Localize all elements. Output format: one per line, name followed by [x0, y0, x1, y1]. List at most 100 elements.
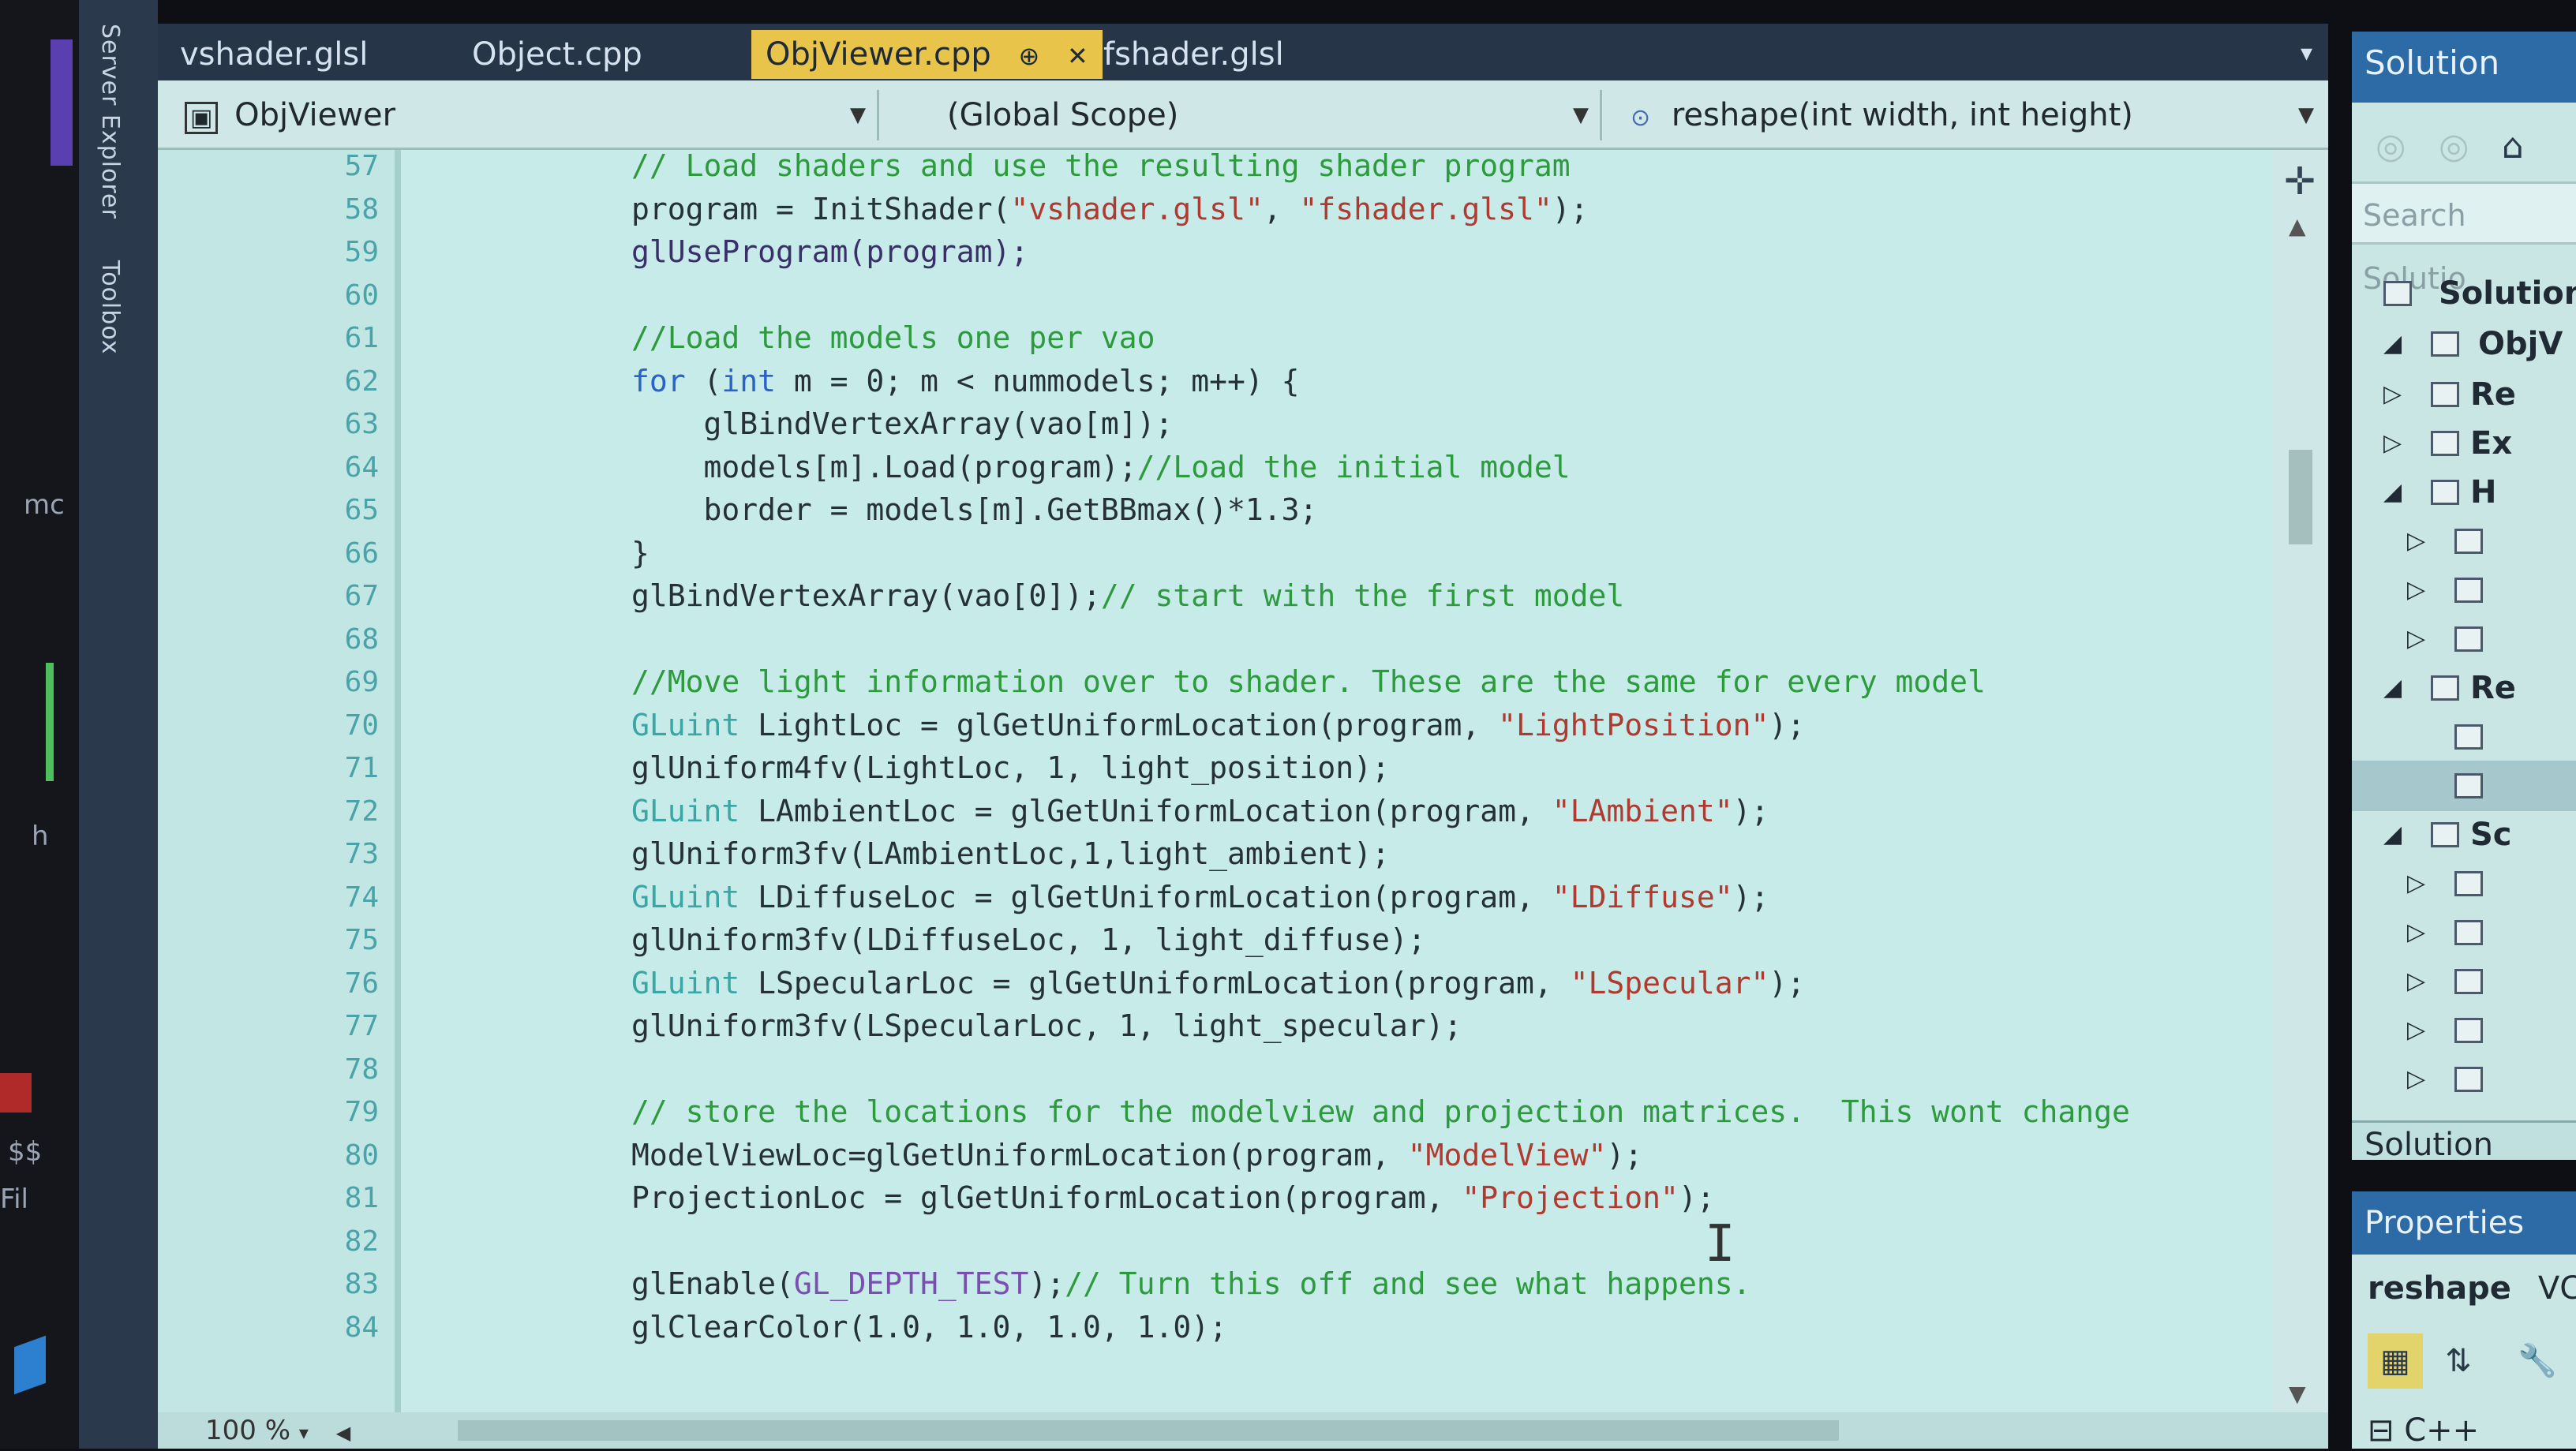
code-line[interactable]: ProjectionLoc = glGetUniformLocation(pro…	[631, 1180, 1715, 1215]
expanded-triangle-icon[interactable]: ◢	[2383, 467, 2402, 518]
alphabetical-icon[interactable]: ⇅	[2431, 1333, 2486, 1389]
code-line[interactable]: GLuint LDiffuseLoc = glGetUniformLocatio…	[631, 880, 1769, 914]
file-icon	[2431, 822, 2459, 847]
collapsed-triangle-icon[interactable]: ▷	[2407, 614, 2425, 664]
tree-item[interactable]	[2352, 712, 2576, 762]
tree-item[interactable]: ▷	[2352, 1005, 2576, 1056]
solution-explorer-footer-tab[interactable]: Solution Explo	[2352, 1120, 2576, 1160]
zoom-level-dropdown[interactable]: 100 % ▾ ◀	[205, 1412, 350, 1449]
code-line[interactable]: //Load the models one per vao	[631, 320, 1155, 355]
tab-fshader[interactable]: fshader.glsl	[1089, 30, 1298, 79]
code-line[interactable]: }	[631, 536, 650, 570]
back-icon[interactable]: ◎	[2376, 126, 2406, 166]
code-line[interactable]: glUseProgram(program);	[631, 234, 1028, 269]
code-token: "Projection"	[1462, 1180, 1679, 1215]
tree-item[interactable]: ▷ Ex	[2352, 418, 2576, 469]
home-icon[interactable]: ⌂	[2502, 126, 2524, 166]
properties-object[interactable]: reshape VCC	[2368, 1270, 2576, 1307]
code-line[interactable]: // Load shaders and use the resulting sh…	[631, 150, 1571, 183]
code-line[interactable]: program = InitShader("vshader.glsl", "fs…	[631, 192, 1589, 226]
tree-item[interactable]: ▷	[2352, 907, 2576, 958]
member-dropdown[interactable]: ⊙ reshape(int width, int height) ▼	[1615, 90, 2325, 140]
tree-solution[interactable]: Solution	[2352, 268, 2576, 319]
categorized-icon[interactable]: ▦	[2368, 1333, 2423, 1389]
code-line[interactable]: for (int m = 0; m < nummodels; m++) {	[631, 364, 1300, 398]
code-line[interactable]: GLuint LightLoc = glGetUniformLocation(p…	[631, 708, 1805, 742]
code-token: glUniform3fv(LSpecularLoc, 1, light_spec…	[631, 1008, 1462, 1043]
code-line[interactable]: models[m].Load(program);//Load the initi…	[631, 450, 1571, 484]
code-line[interactable]: glUniform4fv(LightLoc, 1, light_position…	[631, 750, 1390, 785]
collapsed-triangle-icon[interactable]: ▷	[2407, 907, 2425, 958]
code-line[interactable]: glBindVertexArray(vao[m]);	[631, 406, 1174, 441]
pin-icon[interactable]: ⊕	[1019, 41, 1040, 71]
horizontal-scrollbar[interactable]	[458, 1420, 1839, 1441]
tree-item[interactable]: ▷	[2352, 1054, 2576, 1105]
tab-object-cpp[interactable]: Object.cpp	[458, 30, 657, 79]
tab-overflow-chevron-icon[interactable]: ▾	[2301, 39, 2312, 67]
expanded-triangle-icon[interactable]: ◢	[2383, 663, 2402, 713]
tab-label: fshader.glsl	[1103, 36, 1284, 73]
code-line[interactable]: glUniform3fv(LSpecularLoc, 1, light_spec…	[631, 1008, 1462, 1043]
tree-item[interactable]: ◢ Sc	[2352, 810, 2576, 860]
scrollbar-thumb[interactable]	[2289, 450, 2312, 544]
solution-explorer-panel: Solution Explo ◎ ◎ ⌂ Search Solutio Solu…	[2352, 32, 2576, 1160]
code-line[interactable]: GLuint LAmbientLoc = glGetUniformLocatio…	[631, 794, 1769, 828]
tree-item[interactable]: ◢ H	[2352, 467, 2576, 518]
code-line[interactable]: glUniform3fv(LDiffuseLoc, 1, light_diffu…	[631, 922, 1426, 957]
code-line[interactable]: glBindVertexArray(vao[0]);// start with …	[631, 578, 1624, 613]
code-token: glEnable(	[631, 1266, 794, 1301]
collapsed-triangle-icon[interactable]: ▷	[2383, 369, 2402, 420]
code-token: );	[1678, 1180, 1715, 1215]
collapsed-triangle-icon[interactable]: ▷	[2407, 1005, 2425, 1056]
tree-item[interactable]: ▷	[2352, 565, 2576, 615]
close-icon[interactable]: ✕	[1067, 41, 1088, 71]
scroll-left-icon[interactable]: ◀	[336, 1422, 350, 1444]
code-line[interactable]: GLuint LSpecularLoc = glGetUniformLocati…	[631, 966, 1805, 1000]
split-window-icon[interactable]: ✛	[2284, 159, 2316, 204]
code-line[interactable]: glClearColor(1.0, 1.0, 1.0, 1.0);	[631, 1310, 1227, 1344]
code-line[interactable]: ModelViewLoc=glGetUniformLocation(progra…	[631, 1138, 1642, 1172]
scope-dropdown[interactable]: (Global Scope) ▼	[892, 90, 1602, 140]
file-icon	[2454, 1067, 2483, 1092]
code-line[interactable]: glUniform3fv(LAmbientLoc,1,light_ambient…	[631, 836, 1390, 871]
collapsed-triangle-icon[interactable]: ▷	[2407, 858, 2425, 909]
tree-project[interactable]: ◢ ObjV	[2352, 319, 2576, 369]
tree-item[interactable]: ▷ Re	[2352, 369, 2576, 420]
collapsed-triangle-icon[interactable]: ▷	[2407, 956, 2425, 1007]
properties-category-cpp[interactable]: ⊟ C++	[2368, 1412, 2479, 1449]
chevron-down-icon: ▾	[298, 1422, 309, 1444]
tree-item[interactable]: ◢ Re	[2352, 663, 2576, 713]
project-dropdown[interactable]: ▣ ObjViewer ▼	[169, 90, 879, 140]
wrench-icon[interactable]: 🔧	[2510, 1333, 2565, 1389]
code-line[interactable]: //Move light information over to shader.…	[631, 664, 1986, 699]
side-tool-tabs: Server Explorer Toolbox	[79, 0, 158, 1449]
expanded-triangle-icon[interactable]: ◢	[2383, 319, 2402, 369]
collapsed-triangle-icon[interactable]: ▷	[2407, 1054, 2425, 1105]
tree-item[interactable]: ▷	[2352, 956, 2576, 1007]
solution-search-input[interactable]: Search Solutio	[2352, 181, 2576, 296]
code-line[interactable]: // store the locations for the modelview…	[631, 1094, 2130, 1129]
code-line[interactable]: glEnable(GL_DEPTH_TEST);// Turn this off…	[631, 1266, 1750, 1301]
line-number: 67	[344, 580, 379, 612]
code-line[interactable]: border = models[m].GetBBmax()*1.3;	[631, 492, 1318, 527]
server-explorer-tab[interactable]: Server Explorer	[96, 24, 124, 219]
collapsed-triangle-icon[interactable]: ▷	[2407, 516, 2425, 567]
tab-objviewer-cpp[interactable]: ObjViewer.cpp ⊕ ✕	[751, 30, 1103, 79]
collapse-icon[interactable]: ⊟	[2368, 1412, 2394, 1449]
vertical-scrollbar[interactable]: ✛ ▲ ▼	[2273, 150, 2328, 1412]
tree-item[interactable]: ▷	[2352, 614, 2576, 664]
forward-icon[interactable]: ◎	[2439, 126, 2469, 166]
tree-item[interactable]: ▷	[2352, 858, 2576, 909]
tree-item[interactable]: ▷	[2352, 516, 2576, 567]
code-editor[interactable]: 57 58 59 60 61 62 63 64 65 66 67 68 69 70 71 72 73 74 75 76…	[158, 150, 2328, 1412]
collapsed-triangle-icon[interactable]: ▷	[2407, 565, 2425, 615]
expanded-triangle-icon[interactable]: ◢	[2383, 810, 2402, 860]
outlining-margin[interactable]	[395, 150, 401, 1412]
tab-vshader[interactable]: vshader.glsl	[166, 30, 382, 79]
tree-item[interactable]	[2352, 761, 2576, 811]
toolbox-tab[interactable]: Toolbox	[96, 260, 124, 355]
collapsed-triangle-icon[interactable]: ▷	[2383, 418, 2402, 469]
scroll-down-icon[interactable]: ▼	[2289, 1381, 2306, 1407]
scroll-up-icon[interactable]: ▲	[2289, 213, 2306, 239]
strip-text-ss: $$	[8, 1136, 43, 1168]
